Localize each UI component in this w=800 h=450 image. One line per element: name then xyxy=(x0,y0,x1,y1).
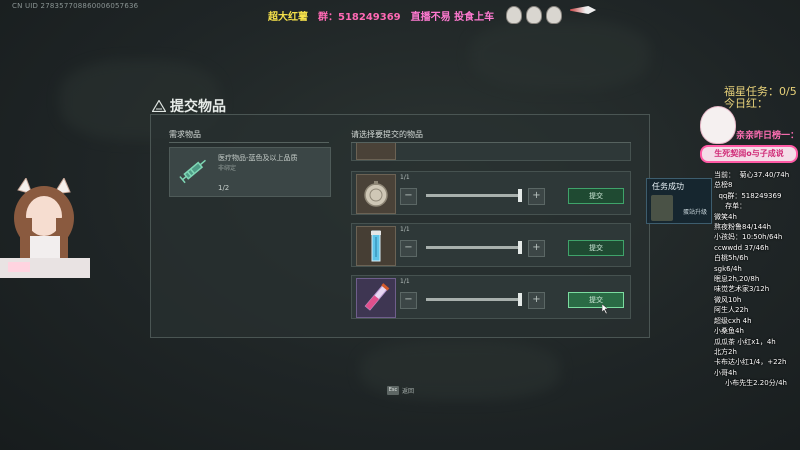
today-label: 今日红： xyxy=(724,97,768,110)
list-item[interactable]: 1/1 − + 提交 xyxy=(351,171,631,215)
quantity-slider-handle[interactable] xyxy=(518,189,522,202)
page-title: 提交物品 xyxy=(170,99,226,115)
mouse-cursor-icon xyxy=(602,304,609,314)
chibi-decorations xyxy=(506,6,597,24)
quest-success-popup: 任务成功 蛋站升级 xyxy=(646,178,712,224)
bunny-mascot xyxy=(700,106,736,144)
quantity-slider-handle[interactable] xyxy=(518,241,522,254)
item-quantity: 1/1 xyxy=(400,174,410,181)
required-item-binding: 非绑定 xyxy=(218,165,237,172)
submit-button[interactable]: 提交 xyxy=(568,240,624,256)
chibi-icon xyxy=(546,6,563,24)
plane-icon xyxy=(570,6,597,14)
top-donor-label: 亲亲昨日榜一： xyxy=(736,131,800,141)
quantity-slider-handle[interactable] xyxy=(518,293,522,306)
item-thumbnail xyxy=(356,143,396,160)
banner-text-3: 直播不易 投食上车 xyxy=(410,11,495,23)
decrease-button[interactable]: − xyxy=(400,240,417,257)
donor-list: 当前： 菊心37.40/74h 总榜8 qq群：518249369 存单： 微笑… xyxy=(714,171,790,388)
increase-button[interactable]: + xyxy=(528,240,545,257)
vial-icon xyxy=(364,283,390,311)
stream-top-banner: 超大红薯 群：518249369 直播不易 投食上车 xyxy=(268,6,597,24)
item-thumbnail xyxy=(356,226,396,266)
required-item-card[interactable]: 医疗物品-蓝色及以上品质 非绑定 1/2 xyxy=(169,147,331,197)
item-thumbnail xyxy=(356,278,396,318)
divider xyxy=(169,142,329,143)
item-quantity: 1/1 xyxy=(400,278,410,285)
top-donor-badge: 生死契阔o与子成说 xyxy=(700,145,798,163)
background-scenery xyxy=(470,20,650,90)
item-quantity: 1/1 xyxy=(400,226,410,233)
item-thumbnail xyxy=(356,174,396,214)
footer-back[interactable]: Esc 返回 xyxy=(387,386,414,395)
esc-key-hint[interactable]: Esc xyxy=(387,386,399,395)
increase-button[interactable]: + xyxy=(528,292,545,309)
chibi-icon xyxy=(526,6,543,24)
decrease-button[interactable]: − xyxy=(400,292,417,309)
back-label: 返回 xyxy=(402,388,415,395)
select-items-header: 请选择要提交的物品 xyxy=(351,130,423,139)
submit-items-panel: 需求物品 请选择要提交的物品 医疗物品-蓝色及以上品质 非绑定 1/2 1/1 … xyxy=(150,114,650,338)
panel-header: 提交物品 xyxy=(152,96,226,116)
stream-task-info: 福星任务：0/5 今日红： xyxy=(724,86,797,110)
quantity-slider-track[interactable] xyxy=(426,298,522,301)
banner-text-2: 群：518249369 xyxy=(318,11,401,23)
streamer-avatar xyxy=(0,178,90,278)
list-item[interactable]: 1/1 − + 提交 xyxy=(351,275,631,319)
submit-button[interactable]: 提交 xyxy=(568,188,624,204)
banner-text-1: 超大红薯 xyxy=(268,11,308,23)
required-item-name: 医疗物品-蓝色及以上品质 xyxy=(218,154,298,162)
list-item[interactable] xyxy=(351,143,631,161)
decrease-button[interactable]: − xyxy=(400,188,417,205)
quest-popup-subtitle: 蛋站升级 xyxy=(683,209,708,216)
submit-button[interactable]: 提交 xyxy=(568,292,624,308)
quest-popup-title: 任务成功 xyxy=(652,182,684,191)
required-item-count: 1/2 xyxy=(218,184,230,192)
selectable-items-list[interactable]: 1/1 − + 提交 1/1 − + 提交 1/1 − + 提交 xyxy=(351,143,633,325)
character-portrait xyxy=(651,195,673,221)
required-items-header: 需求物品 xyxy=(169,130,201,139)
quantity-slider-track[interactable] xyxy=(426,246,522,249)
warning-triangle-icon xyxy=(152,100,166,112)
syringe-icon xyxy=(179,159,206,184)
player-uid: CN UID 278357708860006057636 xyxy=(12,2,139,10)
pocket-watch-icon xyxy=(364,181,388,207)
medical-tube-icon xyxy=(371,230,381,262)
chibi-icon xyxy=(506,6,523,24)
list-item[interactable]: 1/1 − + 提交 xyxy=(351,223,631,267)
quantity-slider-track[interactable] xyxy=(426,194,522,197)
increase-button[interactable]: + xyxy=(528,188,545,205)
